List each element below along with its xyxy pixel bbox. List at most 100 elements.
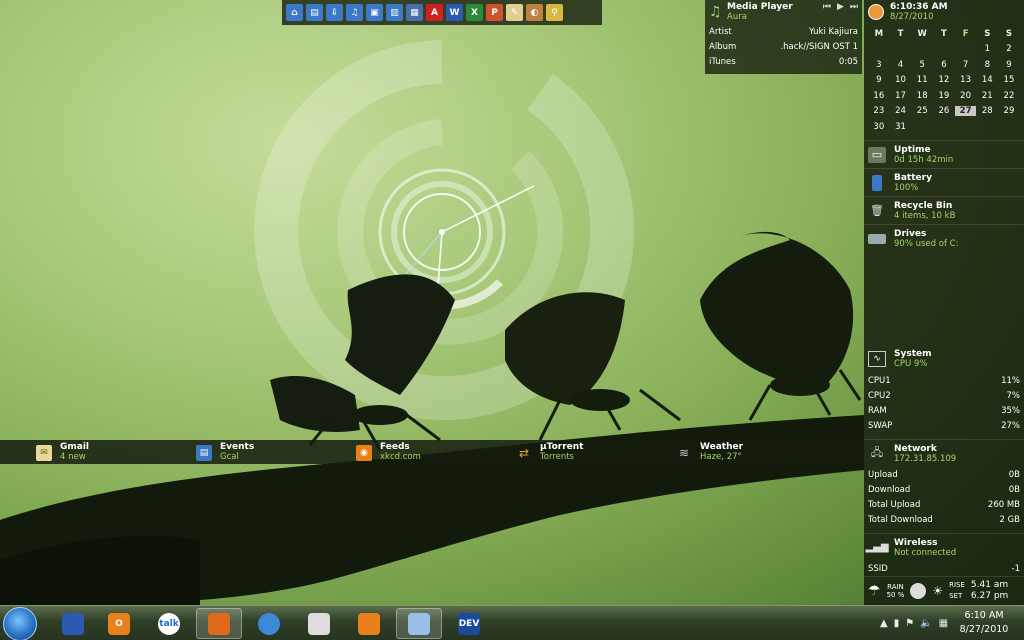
music-note-icon: ♫: [709, 4, 722, 20]
system-title: System: [894, 349, 932, 359]
recycle-bin-gadget[interactable]: 🗑 Recycle Bin 4 items, 10 kB: [864, 196, 1024, 224]
taskbar-item-snipping-tool[interactable]: [296, 608, 342, 639]
media-row-label: iTunes: [709, 56, 736, 67]
device-icon[interactable]: ▮: [894, 618, 900, 629]
calendar-day[interactable]: 6: [933, 60, 955, 70]
set-label: SET: [949, 591, 963, 600]
torrent-icon: ⇄: [518, 446, 530, 460]
taskbar-item-remote-desktop[interactable]: [50, 608, 96, 639]
calendar-day[interactable]: 2: [998, 44, 1020, 54]
notes-icon[interactable]: ✎: [506, 4, 523, 21]
drives-gadget[interactable]: Drives 90% used of C:: [864, 224, 1024, 252]
adobe-icon[interactable]: A: [426, 4, 443, 21]
calendar-day[interactable]: 23: [868, 106, 890, 116]
calendar-day[interactable]: 7: [955, 60, 977, 70]
pictures-icon[interactable]: ▣: [366, 4, 383, 21]
calendar-day[interactable]: 30: [868, 122, 890, 132]
taskbar-item-firefox[interactable]: [196, 608, 242, 639]
feeds-title: Feeds: [380, 442, 410, 452]
videos-icon[interactable]: ▥: [386, 4, 403, 21]
rain-value: 50 %: [886, 590, 905, 599]
broom-icon[interactable]: ⚲: [546, 4, 563, 21]
calendar-day[interactable]: 18: [911, 91, 933, 101]
ssid-row: SSID -1: [864, 561, 1024, 576]
taskbar-item-dev[interactable]: DEV: [446, 608, 492, 639]
calendar-week-row: 3456789: [868, 57, 1020, 73]
network-header: 🖧 Network 172.31.85.109: [864, 439, 1024, 467]
taskbar-clock[interactable]: 6:10 AM 8/27/2010: [950, 609, 1018, 637]
media-player-track: Aura: [727, 12, 747, 22]
calendar-day[interactable]: 12: [933, 75, 955, 85]
calendar-day[interactable]: 13: [955, 75, 977, 85]
play-icon[interactable]: ▶: [837, 2, 844, 12]
network-value: 260 MB: [987, 499, 1020, 510]
calendar-day[interactable]: 11: [911, 75, 933, 85]
music-icon[interactable]: ♫: [346, 4, 363, 21]
weather-item[interactable]: ≋ Weather Haze, 27°: [676, 442, 743, 462]
network-tray-icon[interactable]: ▦: [939, 618, 948, 629]
calendar-day[interactable]: 29: [998, 106, 1020, 116]
calendar-weekday: T: [897, 28, 904, 39]
previous-icon[interactable]: ⏮: [823, 2, 831, 12]
gmail-item[interactable]: ✉ Gmail 4 new: [36, 442, 89, 462]
taskbar-item-outlook[interactable]: O: [96, 608, 142, 639]
word-icon[interactable]: W: [446, 4, 463, 21]
calendar-day[interactable]: 31: [890, 122, 912, 132]
events-title: Events: [220, 442, 255, 452]
show-hidden-icon[interactable]: ▲: [880, 618, 888, 629]
calendar-day[interactable]: 10: [890, 75, 912, 85]
calendar-day[interactable]: 24: [890, 106, 912, 116]
paint-icon[interactable]: ◐: [526, 4, 543, 21]
calendar-day[interactable]: 5: [911, 60, 933, 70]
calendar-day[interactable]: 27: [954, 106, 977, 117]
calendar-day[interactable]: 20: [955, 91, 977, 101]
next-icon[interactable]: ⏭: [850, 2, 858, 12]
network-value: 2 GB: [999, 514, 1020, 525]
calendar-day[interactable]: 4: [890, 60, 912, 70]
taskbar-item-google-talk[interactable]: talk: [146, 608, 192, 639]
feeds-item[interactable]: ◉ Feeds xkcd.com: [356, 442, 421, 462]
taskbar-item-safari[interactable]: [246, 608, 292, 639]
taskbar-item-media-player[interactable]: [346, 608, 392, 639]
media-row-label: Artist: [709, 26, 732, 37]
recycle-bin-value: 4 items, 10 kB: [894, 210, 956, 221]
torrent-item[interactable]: ⇄ µTorrent Torrents: [516, 442, 583, 462]
folder-icon[interactable]: ▤: [306, 4, 323, 21]
calendar-day[interactable]: 9: [998, 60, 1020, 70]
network-row: Total Download 2 GB: [864, 512, 1024, 527]
weather-condition: Haze, 27°: [700, 452, 742, 462]
calendar-day[interactable]: 21: [976, 91, 998, 101]
calendar-day[interactable]: 25: [911, 106, 933, 116]
powerpoint-icon[interactable]: P: [486, 4, 503, 21]
home-icon[interactable]: ⌂: [286, 4, 303, 21]
media-row-album: Album .hack//SIGN OST 1: [705, 39, 862, 54]
volume-icon[interactable]: 🔈: [920, 618, 932, 629]
calendar-day[interactable]: 15: [998, 75, 1020, 85]
calendar-day[interactable]: 1: [976, 44, 998, 54]
events-item[interactable]: ▤ Events Gcal: [196, 442, 254, 462]
recycle-bin-icon: 🗑: [870, 204, 884, 217]
start-button[interactable]: [3, 607, 37, 640]
network-gadget: 🖧 Network 172.31.85.109 Upload 0B Download…: [864, 439, 1024, 527]
taskbar-item-itunes[interactable]: [396, 608, 442, 639]
calendar-day[interactable]: 17: [890, 91, 912, 101]
calendar-day[interactable]: 9: [868, 75, 890, 85]
calendar-day[interactable]: 8: [976, 60, 998, 70]
calendar-weekday: W: [917, 28, 927, 39]
calendar-day[interactable]: 19: [933, 91, 955, 101]
calendar-day[interactable]: 22: [998, 91, 1020, 101]
network-label: Download: [868, 484, 911, 495]
calendar-day[interactable]: 14: [976, 75, 998, 85]
computer-icon[interactable]: ▦: [406, 4, 423, 21]
network-label: Total Upload: [868, 499, 921, 510]
calendar-day[interactable]: 26: [933, 106, 955, 116]
excel-icon[interactable]: X: [466, 4, 483, 21]
downloads-icon[interactable]: ⇩: [326, 4, 343, 21]
google-talk-icon: talk: [158, 612, 180, 635]
calendar-week-row: 12: [868, 42, 1020, 58]
calendar-day[interactable]: 28: [976, 106, 998, 116]
media-row-value: .hack//SIGN OST 1: [780, 41, 858, 52]
calendar-day[interactable]: 16: [868, 91, 890, 101]
flag-icon[interactable]: ⚑: [905, 618, 914, 629]
calendar-day[interactable]: 3: [868, 60, 890, 70]
